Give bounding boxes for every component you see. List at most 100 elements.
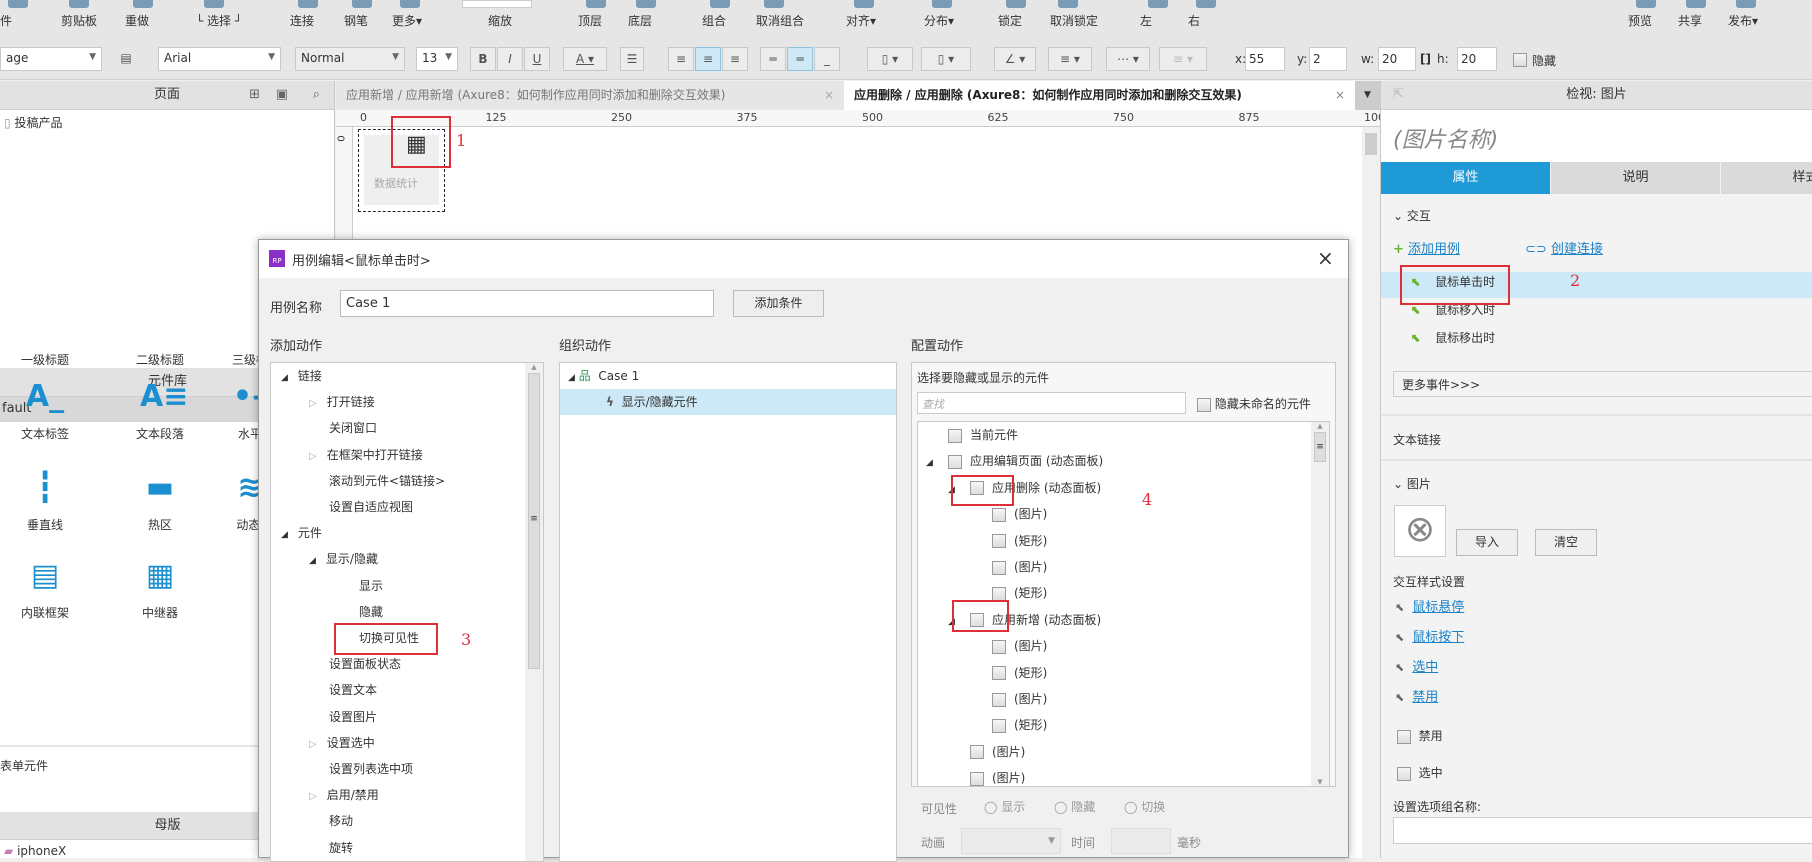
target-item[interactable]: (图片) [948,739,1025,765]
case-action-item[interactable]: ϟ 显示/隐藏元件 [560,389,896,415]
action-item[interactable]: 关闭窗口 [309,415,377,441]
target-item[interactable]: (矩形) [970,660,1047,686]
toolbar-button[interactable]: 重做 [125,0,185,42]
case-name-input[interactable]: Case 1 [340,290,714,317]
line-color-icon[interactable]: ∠ ▾ [994,47,1036,71]
x-input[interactable]: 55 [1245,47,1285,71]
target-checkbox[interactable] [992,718,1006,733]
master-item[interactable]: ▰ iphoneX [4,844,66,858]
target-item[interactable]: (图片) [948,765,1025,786]
font-style-select[interactable]: Normal ▼ [295,47,405,71]
align-center-icon[interactable]: ≡ [695,47,721,71]
widget-item[interactable]: ▤ 内联框架 [0,556,100,636]
toolbar-button[interactable]: 分布▾ [924,0,984,42]
search-icon[interactable]: ⌕ [313,81,320,109]
create-link-link[interactable]: ⊂⊃ 创建连接 [1525,238,1603,257]
close-icon[interactable]: × [824,81,834,110]
target-item[interactable]: (图片) [970,554,1047,580]
style-link-1[interactable]: ⬉ 鼠标按下 [1395,626,1464,645]
align-middle-icon[interactable]: ═ [787,47,813,71]
more-events-select[interactable]: 更多事件>>> [1393,371,1812,397]
target-checkbox[interactable] [992,692,1006,707]
image-section[interactable]: ⌄ 图片 [1393,475,1431,492]
target-checkbox[interactable] [948,454,962,469]
action-item[interactable]: ▷ 设置选中 [309,730,375,756]
hidden-checkbox[interactable] [1513,52,1527,67]
action-tree-scrollbar[interactable]: ▲ ≡ [525,363,543,861]
bold-button[interactable]: B [470,47,496,71]
tab-notes[interactable]: 说明 [1551,162,1720,194]
align-bottom-icon[interactable]: _ [814,47,840,71]
shadow-icon[interactable]: ▯ ▾ [921,47,971,71]
action-item[interactable]: ◢ 链接 [281,363,322,389]
tab-properties[interactable]: 属性 [1381,162,1550,194]
toolbar-button[interactable]: 组合 [702,0,762,42]
widget-name-input[interactable]: (图片名称) [1381,110,1812,162]
animation-select[interactable]: ▼ [961,828,1061,854]
group-name-input[interactable] [1393,817,1812,844]
w-input[interactable]: 20 [1378,47,1416,71]
tab-app-add[interactable]: 应用新增 / 应用新增 (Axure8：如何制作应用同时添加和删除交互效果) × [336,81,844,110]
align-right-icon[interactable]: ≡ [722,47,748,71]
action-item[interactable]: ▷ 在框架中打开链接 [309,442,423,468]
toolbar-button[interactable]: 取消组合 [756,0,816,42]
toolbar-button[interactable]: 件 [0,0,60,42]
target-item[interactable]: (矩形) [970,528,1047,554]
align-left-icon[interactable]: ≡ [668,47,694,71]
h-input[interactable]: 20 [1457,47,1497,71]
action-item[interactable]: ◢ 显示/隐藏 [309,546,378,572]
target-checkbox[interactable] [992,534,1006,549]
add-condition-button[interactable]: 添加条件 [733,290,824,317]
toolbar-button[interactable]: 底层 [628,0,688,42]
import-button[interactable]: 导入 [1456,529,1518,556]
tab-app-delete[interactable]: 应用删除 / 应用删除 (Axure8：如何制作应用同时添加和删除交互效果) × [844,81,1355,110]
toolbar-button[interactable]: 更多▾ [392,0,452,42]
close-icon[interactable]: × [1317,246,1334,270]
widget-item[interactable]: A_ 文本标签 [0,377,100,457]
toolbar-button[interactable]: 锁定 [998,0,1058,42]
action-item[interactable]: ▷ 启用/禁用 [309,782,379,808]
disabled-checkbox[interactable]: 禁用 [1397,727,1443,744]
target-item[interactable]: ◢ 应用编辑页面 (动态面板) [926,448,1103,474]
action-item[interactable]: 移动 [309,808,353,834]
align-top-icon[interactable]: ═ [760,47,786,71]
page-style-manager-icon[interactable]: ▤ [114,47,138,71]
target-checkbox[interactable] [992,586,1006,601]
italic-button[interactable]: I [497,47,523,71]
case-node[interactable]: ◢ 品 Case 1 [568,363,639,389]
line-pattern-icon[interactable]: ⋯ ▾ [1106,47,1150,71]
font-size-select[interactable]: 13 ▼ [416,47,458,71]
action-item[interactable]: 设置图片 [309,704,377,730]
radio-toggle[interactable]: ◯ 切换 [1124,798,1165,815]
text-link-section[interactable]: 文本链接 [1393,431,1441,448]
toolbar-button[interactable]: 连接 [290,0,350,42]
tab-style[interactable]: 样式 [1721,162,1812,194]
radio-hide[interactable]: ◯ 隐藏 [1054,798,1095,815]
toolbar-button[interactable]: 剪贴板 [61,0,121,42]
target-checkbox[interactable] [970,745,984,760]
toolbar-button[interactable]: 取消锁定 [1050,0,1110,42]
target-item[interactable]: (图片) [970,686,1047,712]
page-style-select[interactable]: age ▼ [0,47,102,71]
action-item[interactable]: 设置自适应视图 [309,494,413,520]
style-link-3[interactable]: ⬉ 禁用 [1395,686,1438,705]
action-item[interactable]: 滚动到元件<锚链接> [309,468,445,494]
radio-show[interactable]: ◯ 显示 [984,798,1025,815]
interaction-section[interactable]: ⌄ 交互 [1393,207,1431,224]
target-item[interactable]: (图片) [970,633,1047,659]
target-checkbox[interactable] [992,560,1006,575]
widget-item[interactable]: ┇ 垂直线 [0,468,100,548]
y-input[interactable]: 2 [1309,47,1347,71]
toolbar-button[interactable]: 对齐▾ [846,0,906,42]
target-checkbox[interactable] [992,507,1006,522]
lock-ratio-icon[interactable]: [] [1420,52,1431,66]
close-icon[interactable]: × [1335,81,1345,110]
action-item[interactable]: ▷ 打开链接 [309,389,375,415]
target-item[interactable]: 当前元件 [926,422,1018,448]
style-link-0[interactable]: ⬉ 鼠标悬停 [1395,596,1464,615]
widget-item[interactable]: ▦ 中继器 [105,556,215,636]
target-checkbox[interactable] [948,428,962,443]
style-link-2[interactable]: ⬉ 选中 [1395,656,1438,675]
line-weight-icon[interactable]: ≡ ▾ [1048,47,1092,71]
toolbar-button[interactable]: 右 [1188,0,1248,42]
